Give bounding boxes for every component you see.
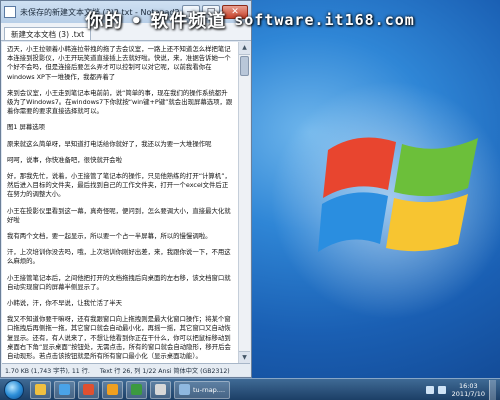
image-viewer-icon xyxy=(179,384,190,395)
folder-icon xyxy=(35,384,46,395)
status-file-size: 1.70 KB (1,743 字节), 11 行. xyxy=(5,367,90,375)
paragraph: 迈天，小王拉顿着小韩连拉带拽的拖了去会议室，一路上还不知道怎么样把笔记本连接到投… xyxy=(7,45,231,81)
paragraph: 来到会议室，小王走到笔记本电前前，说“简单的事，现在我们的操作系统都升级为了Wi… xyxy=(7,88,233,116)
start-button[interactable] xyxy=(4,379,24,400)
taskbar-button-5[interactable] xyxy=(150,380,171,399)
paragraph: 小王在投影仪里看到这一幕，真奇怪呢，便问到，怎么要调大小，直接最大化就好啦 xyxy=(7,206,231,224)
taskbar-button-0[interactable] xyxy=(30,380,51,399)
scroll-up-icon[interactable]: ▲ xyxy=(239,42,250,55)
text-editor[interactable]: 迈天，小王拉顿着小韩连拉带拽的拖了去会议室，一路上还不知道怎么样把笔记本连接到投… xyxy=(2,42,238,364)
status-bar: 1.70 KB (1,743 字节), 11 行. Text 行 26, 列 1… xyxy=(2,363,250,376)
taskbar-button-1[interactable] xyxy=(54,380,75,399)
paragraph: 我又不知道你要干嘛呀，还有我跟窗口向上拖拽则是最大化窗口操作；将某个窗口拖拽后再… xyxy=(7,315,231,361)
notepad-window: 未保存的新建文本文档 (3)2.txt - Notepad2 — □ ✕ 新建文… xyxy=(0,0,252,378)
close-button[interactable]: ✕ xyxy=(222,5,248,19)
paragraph: 小韩说，汗，你不早说，让我忙活了半天 xyxy=(7,299,123,308)
paragraph: 呵呵，说事，你快准备吧，很快就开会啦 xyxy=(7,155,123,164)
window-titlebar[interactable]: 未保存的新建文本文档 (3)2.txt - Notepad2 — □ ✕ xyxy=(1,1,251,23)
taskbar-button-3[interactable] xyxy=(102,380,123,399)
clock[interactable]: 16:03 2011/7/10 xyxy=(452,382,485,398)
vertical-scrollbar[interactable]: ▲ ▼ xyxy=(238,42,250,364)
system-tray: 16:03 2011/7/10 xyxy=(425,379,500,400)
scroll-thumb[interactable] xyxy=(240,56,249,76)
window-title: 未保存的新建文本文档 (3)2.txt - Notepad2 xyxy=(20,7,180,17)
status-cursor-position: Text 行 26, 列 1/22 Ansi 简体中文 (GB2312) xyxy=(99,367,230,375)
show-desktop-button[interactable] xyxy=(489,379,496,400)
network-icon[interactable] xyxy=(425,385,434,394)
notepad-icon xyxy=(155,384,166,395)
media-icon xyxy=(83,384,94,395)
volume-icon[interactable] xyxy=(437,385,446,394)
app-icon xyxy=(107,384,118,395)
clock-date: 2011/7/10 xyxy=(451,389,485,398)
clock-time: 16:03 xyxy=(458,381,478,390)
maximize-button[interactable]: □ xyxy=(202,5,220,19)
taskbar: tu-rnap.... 16:03 2011/7/10 xyxy=(0,378,500,400)
minimize-button[interactable]: — xyxy=(182,5,200,19)
paragraph: 我有两个文档，要一起显示，所以要一个占一半屏幕，所以的慢慢调啦。 xyxy=(7,232,212,241)
taskbar-button-6[interactable]: tu-rnap.... xyxy=(174,380,231,399)
taskbar-button-label: tu-rnap.... xyxy=(193,385,226,394)
browser-icon xyxy=(59,384,70,395)
paragraph: 好，那我先忙，说着，小王接管了笔记本的操作，只见他熟练的打开“计算机”，然后进入… xyxy=(7,172,231,199)
paragraph: 原来就这么简单呀，早知道打电话给你就好了，我还以为要一大堆操作呢 xyxy=(7,139,212,148)
paragraph: 汗，上次培训你没去吗，哦，上次培训你刚好出差，来，我跟你说一下，不用这么麻烦的。 xyxy=(7,248,231,266)
document-tabbar: 新建文本文档 (3) .txt xyxy=(1,23,251,41)
excel-icon xyxy=(131,384,142,395)
paragraph: 图1 屏幕选项 xyxy=(7,123,46,132)
windows-logo-icon xyxy=(318,137,478,252)
tab-document[interactable]: 新建文本文档 (3) .txt xyxy=(4,27,92,40)
notepad-app-icon[interactable] xyxy=(4,6,16,18)
taskbar-button-4[interactable] xyxy=(126,380,147,399)
taskbar-button-2[interactable] xyxy=(78,380,99,399)
paragraph: 小王接管笔记本后，之间他把打开的文档拖拽后向桌面的左右移，该文档窗口就自动实现窗… xyxy=(7,273,231,291)
